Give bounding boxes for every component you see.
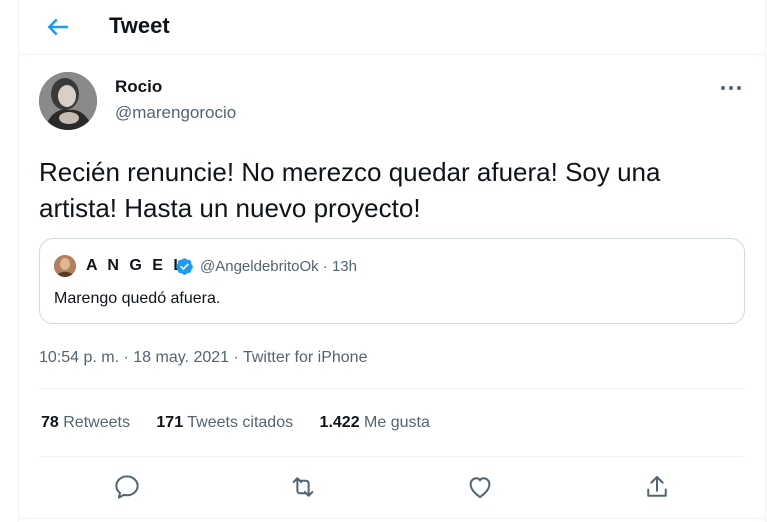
likes-stat[interactable]: 1.422 Me gusta bbox=[320, 414, 430, 431]
like-icon bbox=[469, 477, 491, 498]
verified-badge-icon bbox=[175, 257, 194, 276]
divider bbox=[39, 456, 745, 457]
retweets-count: 78 bbox=[41, 414, 59, 431]
retweets-stat[interactable]: 78 Retweets bbox=[41, 414, 130, 431]
likes-count: 1.422 bbox=[319, 414, 360, 431]
share-button[interactable] bbox=[642, 472, 672, 502]
divider bbox=[39, 388, 745, 389]
more-dots-icon bbox=[721, 86, 741, 90]
divider bbox=[19, 518, 765, 519]
quotes-stat[interactable]: 171 Tweets citados bbox=[156, 414, 293, 431]
arrow-left-icon bbox=[47, 18, 68, 36]
retweets-label: Retweets bbox=[63, 414, 130, 431]
quoted-avatar-photo bbox=[54, 255, 76, 277]
more-options-button[interactable] bbox=[717, 78, 745, 98]
quoted-handle-time: @AngeldebritoOk · 13h bbox=[200, 258, 357, 275]
quotes-label: Tweets citados bbox=[187, 414, 294, 431]
tweet-text: Recién renuncie! No merezco quedar afuer… bbox=[39, 157, 661, 223]
tweet-timestamp[interactable]: 10:54 p. m. · 18 may. 2021 · Twitter for… bbox=[39, 349, 367, 367]
author-avatar[interactable] bbox=[39, 72, 97, 130]
engagement-stats: 78 Retweets 171 Tweets citados 1.422 Me … bbox=[41, 414, 452, 432]
back-button[interactable] bbox=[43, 12, 73, 42]
author-handle[interactable]: @marengorocio bbox=[115, 103, 236, 123]
likes-label: Me gusta bbox=[364, 414, 430, 431]
author-name[interactable]: Rocio bbox=[115, 77, 162, 97]
quoted-text: Marengo quedó afuera. bbox=[54, 290, 221, 307]
quoted-tweet[interactable]: A N G E L @AngeldebritoOk · 13h Marengo … bbox=[39, 238, 745, 324]
page-title: Tweet bbox=[109, 13, 170, 38]
avatar-photo bbox=[39, 72, 97, 130]
share-icon bbox=[647, 476, 667, 497]
quoted-avatar bbox=[54, 255, 76, 277]
quoted-author-name: A N G E L bbox=[86, 257, 187, 274]
reply-icon bbox=[115, 475, 139, 499]
reply-button[interactable] bbox=[112, 472, 142, 502]
quotes-count: 171 bbox=[156, 414, 184, 431]
retweet-icon bbox=[292, 477, 314, 497]
like-button[interactable] bbox=[465, 472, 495, 502]
tweet-page: Tweet Rocio @marengorocio Recién renunci… bbox=[18, 0, 766, 522]
retweet-button[interactable] bbox=[288, 472, 318, 502]
header-bar: Tweet bbox=[19, 0, 765, 55]
